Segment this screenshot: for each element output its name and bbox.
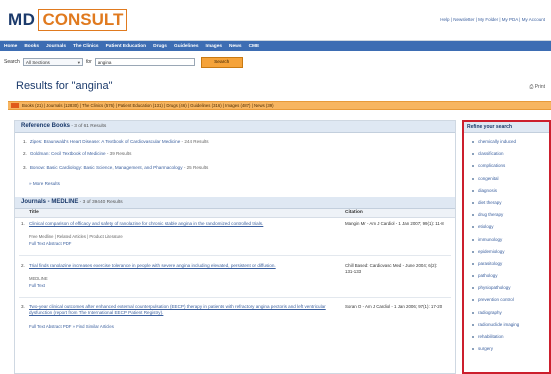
refine-item[interactable]: diagnosis	[472, 188, 549, 200]
nav-item-home[interactable]: Home	[4, 44, 17, 49]
list-item-number: 2.	[23, 151, 27, 156]
refine-heading: Refine your search	[464, 122, 549, 133]
category-bar: Books (21) | Journals (12830) | The Clin…	[8, 101, 551, 110]
reference-books-heading: Reference Books	[21, 123, 71, 129]
refine-search-panel: Refine your search chemically induced cl…	[462, 120, 551, 374]
all-tab-marker[interactable]	[11, 103, 19, 108]
print-label: Print	[534, 84, 545, 90]
nav-item-patient-education[interactable]: Patient Education	[106, 44, 147, 49]
row-number: 2.	[21, 263, 25, 268]
refine-item[interactable]: surgery	[472, 346, 549, 358]
list-item[interactable]: 2. Goldman: Cecil Textbook of Medicine - …	[23, 151, 131, 156]
col-citation: Citation	[345, 210, 363, 215]
page-title: Results for "angina"	[16, 80, 113, 92]
journals-heading: Journals - MEDLINE	[21, 199, 79, 205]
refine-item[interactable]: complications	[472, 163, 549, 175]
main-nav: Home Books Journals The Clinics Patient …	[0, 41, 551, 51]
refine-item[interactable]: diet therapy	[472, 200, 549, 212]
refine-item[interactable]: classification	[472, 151, 549, 163]
book-hits: - 244 Results	[180, 139, 209, 144]
article-subinfo[interactable]: Free Medline | Related Articles | Produc…	[29, 234, 123, 239]
print-link[interactable]: ⎙ Print	[529, 84, 545, 90]
list-item-number: 1.	[23, 139, 27, 144]
refine-item[interactable]: immunology	[472, 237, 549, 249]
for-label: for	[85, 59, 92, 65]
article-links[interactable]: Full Text Abstract PDF	[29, 241, 71, 246]
md-consult-logo[interactable]: MD CONSULT	[8, 8, 128, 32]
nav-item-books[interactable]: Books	[24, 44, 39, 49]
list-item-number: 3.	[23, 165, 27, 170]
article-title-link[interactable]: Two-year clinical outcomes after enhance…	[29, 304, 329, 316]
logo-consult: CONSULT	[38, 9, 128, 31]
nav-item-drugs[interactable]: Drugs	[153, 44, 167, 49]
top-links[interactable]: Help | Newsletter | My Folder | My PDA |…	[440, 17, 545, 22]
results-panel: Reference Books - 3 of 61 Results 1. Zipe…	[14, 120, 456, 374]
refine-item[interactable]: radionuclide imaging	[472, 322, 549, 334]
book-title[interactable]: Zipes: Braunwald's Heart Disease: A Text…	[30, 139, 180, 144]
nav-item-guidelines[interactable]: Guidelines	[174, 44, 199, 49]
chevron-down-icon: ▼	[76, 60, 81, 65]
article-links[interactable]: Full Text	[29, 283, 45, 288]
row-number: 3.	[21, 304, 25, 309]
nav-item-cme[interactable]: CME	[249, 44, 260, 49]
nav-item-clinics[interactable]: The Clinics	[73, 44, 99, 49]
more-results-link[interactable]: » More Results	[29, 181, 60, 186]
reference-books-header: Reference Books - 3 of 61 Results	[15, 121, 455, 133]
citation: Chill Based: Cardiovasc Med - June 2004;…	[345, 263, 438, 274]
refine-list: chemically induced classification compli…	[464, 133, 549, 358]
book-hits: - 25 Results	[182, 165, 209, 170]
citation: Mangin Mr - Am J Cardiol - 1 Jan 2007; 9…	[345, 221, 444, 226]
refine-item[interactable]: pathology	[472, 273, 549, 285]
journals-header: Journals - MEDLINE - 3 of 39440 Results	[15, 197, 455, 209]
divider	[19, 255, 451, 256]
refine-item[interactable]: physiopathology	[472, 285, 549, 297]
table-row: 1. Clinical comparison of efficacy and s…	[15, 221, 455, 263]
row-number: 1.	[21, 221, 25, 226]
header: MD CONSULT Help | Newsletter | My Folder…	[0, 0, 551, 41]
search-label: Search	[4, 59, 20, 65]
book-hits: - 39 Results	[105, 151, 132, 156]
book-title[interactable]: Bonow: Basic Cardiology: Basic Science, …	[30, 165, 183, 170]
reference-books-count: - 3 of 61 Results	[70, 124, 107, 129]
nav-item-news[interactable]: News	[229, 44, 242, 49]
refine-item[interactable]: radiography	[472, 310, 549, 322]
refine-item[interactable]: etiology	[472, 224, 549, 236]
divider	[19, 297, 451, 298]
refine-item[interactable]: congenital	[472, 176, 549, 188]
article-title-link[interactable]: Clinical comparison of efficacy and safe…	[29, 221, 329, 227]
article-title-link[interactable]: Trial finds ranolazine increases exercis…	[29, 263, 329, 269]
article-links[interactable]: Full Text Abstract PDF » Find Similar Ar…	[29, 324, 114, 329]
search-bar: Search All Sections ▼ for angina Search	[4, 56, 243, 68]
nav-item-images[interactable]: Images	[206, 44, 223, 49]
nav-item-journals[interactable]: Journals	[46, 44, 66, 49]
search-scope-select[interactable]: All Sections ▼	[22, 58, 83, 66]
refine-item[interactable]: rehabilitation	[472, 334, 549, 346]
category-links[interactable]: Books (21) | Journals (12830) | The Clin…	[22, 103, 274, 108]
citation: Soran O - Am J Cardiol - 1 Jan 2006; 97(…	[345, 304, 443, 309]
search-input[interactable]: angina	[94, 58, 195, 66]
journals-column-header: Title Citation	[15, 209, 455, 218]
journals-count: - 3 of 39440 Results	[78, 200, 123, 205]
list-item[interactable]: 3. Bonow: Basic Cardiology: Basic Science…	[23, 165, 208, 170]
col-title: Title	[29, 210, 39, 215]
refine-item[interactable]: parasitology	[472, 261, 549, 273]
table-row: 3. Two-year clinical outcomes after enha…	[15, 304, 455, 348]
printer-icon: ⎙	[529, 84, 534, 90]
refine-item[interactable]: epidemiology	[472, 249, 549, 261]
search-scope-value: All Sections	[25, 60, 50, 65]
search-button[interactable]: Search	[200, 56, 243, 68]
book-title[interactable]: Goldman: Cecil Textbook of Medicine	[30, 151, 106, 156]
refine-item[interactable]: drug therapy	[472, 212, 549, 224]
refine-item[interactable]: prevention control	[472, 297, 549, 309]
article-subinfo[interactable]: MEDLINE	[29, 276, 48, 281]
list-item[interactable]: 1. Zipes: Braunwald's Heart Disease: A Te…	[23, 139, 209, 144]
refine-item[interactable]: chemically induced	[472, 139, 549, 151]
logo-md: MD	[8, 10, 36, 29]
